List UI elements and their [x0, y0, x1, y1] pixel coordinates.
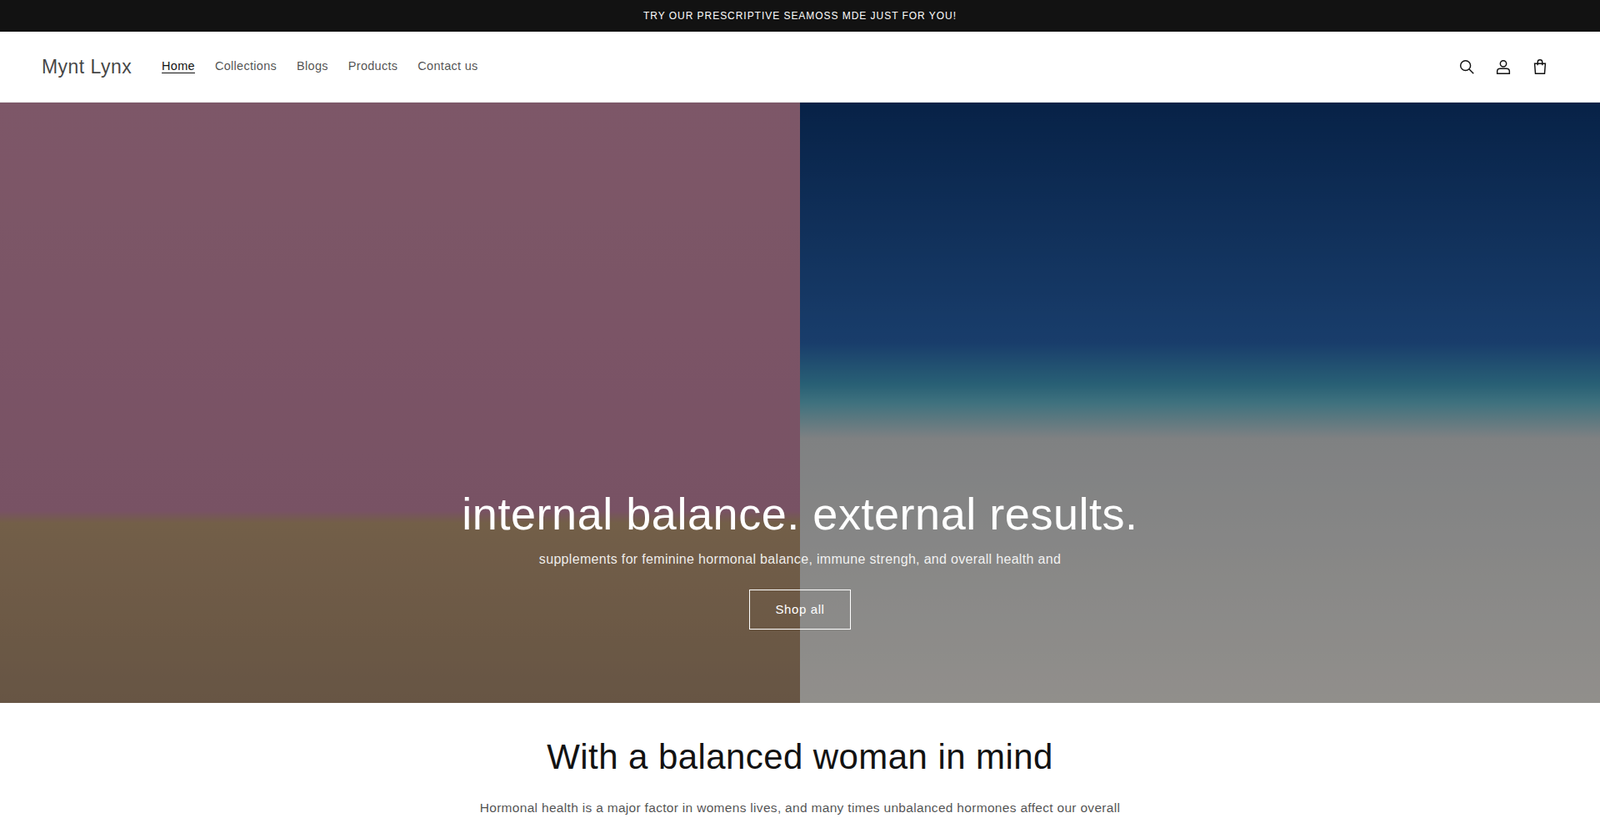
intro-text: Hormonal health is a major factor in wom…: [13, 795, 1587, 820]
search-icon[interactable]: [1448, 48, 1485, 85]
intro-section: With a balanced woman in mind Hormonal he…: [0, 735, 1600, 820]
hero-title: internal balance. external results.: [461, 486, 1138, 541]
nav-link[interactable]: Collections: [205, 52, 287, 81]
intro-title: With a balanced woman in mind: [13, 735, 1587, 778]
site-header: Mynt Lynx HomeCollectionsBlogsProductsCon…: [0, 31, 1600, 103]
logo[interactable]: Mynt Lynx: [41, 52, 132, 82]
hero-banner: internal balance. external results. suppl…: [0, 102, 1600, 703]
nav-link[interactable]: Home: [151, 52, 205, 81]
nav-link[interactable]: Blogs: [286, 52, 339, 81]
nav-link[interactable]: Products: [338, 52, 409, 81]
announcement-bar: TRY OUR PRESCRIPTIVE SEAMOSS MDE JUST FO…: [0, 0, 1600, 32]
shop-all-button[interactable]: Shop all: [749, 589, 850, 630]
account-icon[interactable]: [1485, 48, 1522, 85]
cart-icon[interactable]: [1521, 48, 1559, 85]
header-inner: Mynt Lynx HomeCollectionsBlogsProductsCon…: [0, 48, 1600, 85]
nav-link[interactable]: Contact us: [407, 52, 488, 81]
hero-content: internal balance. external results. suppl…: [0, 102, 1600, 703]
header-icons: [1448, 48, 1559, 85]
announcement-text[interactable]: TRY OUR PRESCRIPTIVE SEAMOSS MDE JUST FO…: [643, 8, 957, 24]
main-nav: HomeCollectionsBlogsProductsContact us: [151, 52, 488, 81]
hero-subtitle: supplements for feminine hormonal balanc…: [539, 549, 1061, 570]
